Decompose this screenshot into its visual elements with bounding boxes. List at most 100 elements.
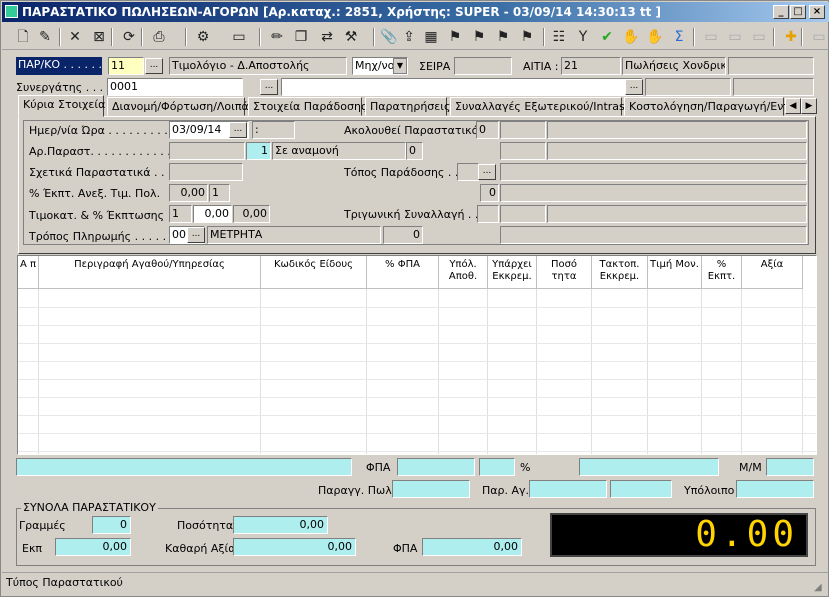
grid-column: [702, 289, 742, 454]
synerg-name-field[interactable]: [281, 78, 643, 96]
tool-b-icon[interactable]: ⚑: [469, 27, 489, 47]
tab-scroll-right-button[interactable]: ▶: [801, 98, 817, 114]
tab-5[interactable]: Συναλλαγές Εξωτερικού/Intrastat: [450, 97, 640, 116]
grid-header-9[interactable]: Τιμή Μον.: [648, 256, 702, 289]
disc-input-2[interactable]: 1: [209, 184, 230, 202]
refresh-icon[interactable]: ⟳: [119, 27, 139, 47]
table-row[interactable]: [18, 433, 816, 434]
check-icon[interactable]: ✔: [597, 27, 617, 47]
tab-scroll-left-button[interactable]: ◀: [785, 98, 801, 114]
bottom-extra-field[interactable]: [579, 458, 719, 476]
chevron-down-icon[interactable]: ▼: [393, 58, 407, 74]
grid-header-2[interactable]: Περιγραφή Αγαθού/Υπηρεσίας: [39, 256, 261, 289]
tab-3[interactable]: Στοιχεία Παράδοσης: [248, 97, 367, 116]
close-button[interactable]: ×: [809, 5, 825, 19]
transfer-icon[interactable]: ⇄: [317, 27, 337, 47]
notes-icon[interactable]: ☷: [549, 27, 569, 47]
follow-input[interactable]: 0: [476, 121, 499, 139]
settings-icon[interactable]: ⚒: [341, 27, 361, 47]
attach-icon[interactable]: 📎: [379, 27, 399, 47]
tab-1[interactable]: Κύρια Στοιχεία: [18, 95, 105, 117]
synerg-extra-2: [733, 78, 814, 96]
paragg-field[interactable]: [392, 480, 470, 498]
synerg-input[interactable]: 0001: [107, 78, 243, 96]
parko-input[interactable]: 11: [108, 57, 144, 75]
trig-input[interactable]: [477, 205, 499, 223]
bottom-fpa-field[interactable]: [397, 458, 475, 476]
delete-icon[interactable]: ✕: [65, 27, 85, 47]
seira-label: ΣΕΙΡΑ: [419, 60, 451, 73]
disabled-a-icon[interactable]: ▭: [701, 27, 721, 47]
trig-extra-1: [500, 205, 546, 223]
ypoloipo-field[interactable]: [736, 480, 814, 498]
timokat-pct-input[interactable]: 0,00: [193, 205, 232, 223]
parag-extra-field[interactable]: [610, 480, 672, 498]
folder-icon[interactable]: ▭: [229, 27, 249, 47]
disabled-b-icon[interactable]: ▭: [725, 27, 745, 47]
tool-a-icon[interactable]: ⚑: [445, 27, 465, 47]
grid-header-7[interactable]: Ποσό τητα: [537, 256, 592, 289]
synerg-lookup-button[interactable]: ...: [260, 79, 278, 95]
table-row[interactable]: [18, 397, 816, 398]
grid-header-11[interactable]: Αξία: [742, 256, 803, 289]
lines-grid[interactable]: Α π Περιγραφή Αγαθού/Υπηρεσίας Κωδικός Είδ…: [17, 255, 817, 455]
grid-header-6[interactable]: Υπάρχει Εκκρεμ.: [488, 256, 537, 289]
resize-grip-icon[interactable]: ◢: [814, 582, 828, 596]
print-icon[interactable]: ⎙: [149, 27, 169, 47]
related-input[interactable]: [169, 163, 243, 181]
copy-icon[interactable]: ❐: [291, 27, 311, 47]
line-desc-field[interactable]: [16, 458, 352, 476]
tab-2[interactable]: Διανομή/Φόρτωση/Λοιπά: [107, 97, 249, 116]
topos-input[interactable]: [457, 163, 479, 181]
table-row[interactable]: [18, 415, 816, 416]
edit-icon[interactable]: ✎: [35, 27, 55, 47]
grid-header-5[interactable]: Υπόλ. Αποθ.: [439, 256, 488, 289]
table-row[interactable]: [18, 325, 816, 326]
table-row[interactable]: [18, 451, 816, 452]
filter-icon[interactable]: Y: [573, 27, 593, 47]
parag-field[interactable]: [529, 480, 607, 498]
tab-6[interactable]: Κοστολόγηση/Παραγωγή/Εντα: [624, 97, 797, 116]
bottom-pct-field[interactable]: [479, 458, 515, 476]
grid-column: [488, 289, 537, 454]
wizard-icon[interactable]: ⚙: [193, 27, 213, 47]
tab-4[interactable]: Παρατηρήσεις: [365, 97, 450, 116]
grid-header-3[interactable]: Κωδικός Είδους: [261, 256, 367, 289]
arpar-input[interactable]: 1: [246, 142, 271, 160]
cancel-icon[interactable]: ⊠: [89, 27, 109, 47]
seira-input[interactable]: [454, 57, 512, 75]
grid-header-1[interactable]: Α π: [18, 256, 39, 289]
pencil-icon[interactable]: ✏: [267, 27, 287, 47]
table-row[interactable]: [18, 307, 816, 308]
calc-icon[interactable]: ▦: [421, 27, 441, 47]
sum-icon[interactable]: Σ: [669, 27, 689, 47]
grid-header-10[interactable]: % Εκπτ.: [702, 256, 742, 289]
aitia-code-input[interactable]: 21: [561, 57, 621, 75]
date-picker-button[interactable]: ...: [229, 122, 247, 138]
table-row[interactable]: [18, 343, 816, 344]
parko-lookup-button[interactable]: ...: [145, 58, 163, 74]
grid-header-8[interactable]: Τακτοπ. Εκκρεμ.: [592, 256, 648, 289]
topos-num: 0: [480, 184, 499, 202]
time-input[interactable]: :: [252, 121, 295, 139]
table-row[interactable]: [18, 361, 816, 362]
tool-d-icon[interactable]: ⚑: [517, 27, 537, 47]
timokat-input[interactable]: 1: [169, 205, 192, 223]
topos-lookup-button[interactable]: ...: [478, 164, 496, 180]
maximize-button[interactable]: □: [790, 5, 806, 19]
new-doc-icon[interactable]: 🗋: [13, 27, 33, 47]
pay-lookup-button[interactable]: ...: [187, 227, 205, 243]
tool-c-icon[interactable]: ⚑: [493, 27, 513, 47]
table-row[interactable]: [18, 379, 816, 380]
plus-icon[interactable]: ✚: [781, 27, 801, 47]
disabled-c-icon[interactable]: ▭: [749, 27, 769, 47]
synerg-name-lookup-button[interactable]: ...: [625, 79, 643, 95]
minimize-button[interactable]: _: [773, 5, 789, 19]
hand2-icon[interactable]: ✋: [645, 27, 665, 47]
hand-icon[interactable]: ✋: [621, 27, 641, 47]
grid-header-4[interactable]: % ΦΠΑ: [367, 256, 439, 289]
mm-field[interactable]: [766, 458, 814, 476]
export-icon[interactable]: ⇪: [399, 27, 419, 47]
disc-input[interactable]: 0,00: [169, 184, 208, 202]
disabled-d-icon[interactable]: ▭: [809, 27, 829, 47]
